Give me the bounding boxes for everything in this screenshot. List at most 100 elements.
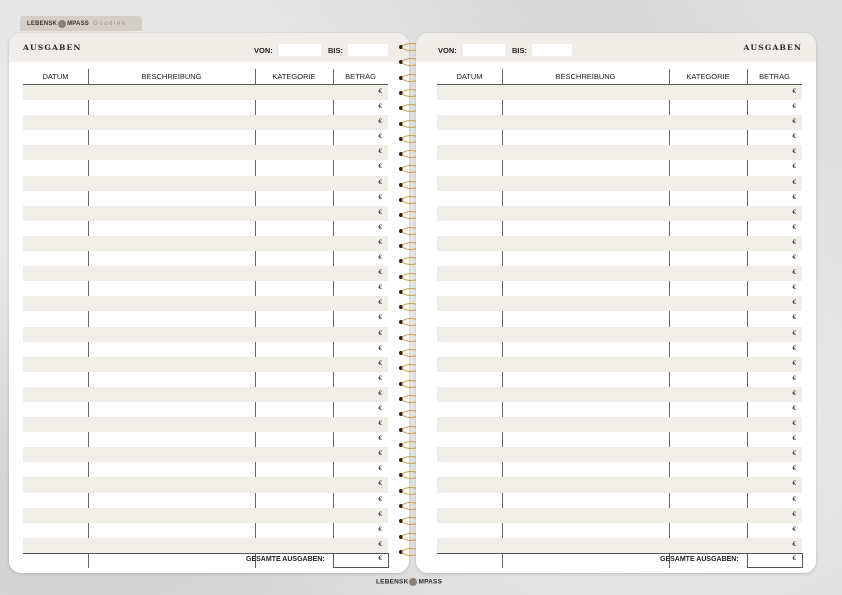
- table-row[interactable]: €: [437, 145, 802, 161]
- table-row[interactable]: €: [437, 447, 802, 463]
- page-title: AUSGABEN: [743, 43, 802, 52]
- table-row[interactable]: €: [23, 386, 388, 402]
- table-row[interactable]: €: [23, 281, 388, 296]
- table-row[interactable]: €: [23, 326, 388, 342]
- footer-brand-part1: LEBENSK: [376, 578, 409, 586]
- table-row[interactable]: €: [437, 221, 802, 236]
- compass-logo-icon: [58, 19, 67, 28]
- table-row[interactable]: €: [437, 281, 802, 296]
- table-row[interactable]: €: [437, 115, 802, 131]
- table-row[interactable]: €: [23, 266, 388, 282]
- table-row[interactable]: €: [437, 493, 802, 508]
- table-row[interactable]: €: [437, 402, 802, 417]
- total-label: GESAMTE AUSGABEN:: [660, 556, 739, 564]
- table-row[interactable]: €: [437, 342, 802, 357]
- from-date-field[interactable]: [463, 44, 505, 56]
- to-date-field[interactable]: [348, 44, 388, 56]
- currency-symbol: €: [792, 465, 796, 473]
- table-row[interactable]: €: [23, 191, 388, 206]
- table-row[interactable]: €: [437, 235, 802, 252]
- currency-symbol: €: [378, 284, 382, 292]
- table-row[interactable]: €: [23, 417, 388, 433]
- table-row[interactable]: €: [23, 235, 388, 252]
- table-row[interactable]: €: [437, 130, 802, 145]
- total-amount-field[interactable]: €: [333, 553, 389, 569]
- table-row[interactable]: €: [437, 386, 802, 402]
- currency-symbol: €: [792, 359, 796, 367]
- table-row[interactable]: €: [437, 432, 802, 447]
- currency-symbol: €: [792, 480, 796, 488]
- brand-name-part2: MPASS: [67, 20, 89, 27]
- compass-logo-icon: [409, 578, 418, 586]
- page-title: AUSGABEN: [23, 43, 82, 52]
- currency-symbol: €: [792, 389, 796, 397]
- table-row[interactable]: €: [23, 115, 388, 131]
- table-row[interactable]: €: [437, 160, 802, 175]
- table-row[interactable]: €: [23, 221, 388, 236]
- page-header: AUSGABEN VON: BIS:: [9, 33, 409, 62]
- table-row[interactable]: €: [23, 296, 388, 312]
- table-row[interactable]: €: [23, 311, 388, 326]
- table-row[interactable]: €: [23, 342, 388, 357]
- table-row[interactable]: €: [437, 507, 802, 523]
- table-row[interactable]: €: [23, 175, 388, 191]
- table-row[interactable]: €: [23, 356, 388, 372]
- brand-suffix: Goodies: [92, 20, 127, 27]
- table-row[interactable]: €: [437, 100, 802, 115]
- currency-symbol: €: [792, 103, 796, 111]
- table-row[interactable]: €: [23, 523, 388, 538]
- table-row[interactable]: €: [437, 417, 802, 433]
- table-row[interactable]: €: [23, 507, 388, 523]
- table-row[interactable]: €: [23, 402, 388, 417]
- table-row[interactable]: €: [23, 205, 388, 221]
- table-row[interactable]: €: [437, 311, 802, 326]
- table-row[interactable]: €: [23, 537, 388, 553]
- table-row[interactable]: €: [23, 372, 388, 387]
- currency-symbol: €: [792, 178, 796, 186]
- table-row[interactable]: €: [437, 462, 802, 477]
- table-row[interactable]: €: [437, 175, 802, 191]
- currency-symbol: €: [792, 284, 796, 292]
- table-row[interactable]: €: [23, 477, 388, 493]
- table-row[interactable]: €: [437, 523, 802, 538]
- table-row[interactable]: €: [23, 251, 388, 266]
- currency-symbol: €: [378, 299, 382, 307]
- table-row[interactable]: €: [437, 296, 802, 312]
- table-rows: € € € € € € € € € € € € € € € € € € € € € € € € € € € € € € €: [23, 85, 388, 553]
- currency-symbol: €: [378, 254, 382, 262]
- table-row[interactable]: €: [23, 160, 388, 175]
- table-row[interactable]: €: [23, 145, 388, 161]
- table-row[interactable]: €: [23, 432, 388, 447]
- currency-symbol: €: [378, 359, 382, 367]
- table-row[interactable]: €: [437, 205, 802, 221]
- table-row[interactable]: €: [23, 85, 388, 101]
- currency-symbol: €: [792, 133, 796, 141]
- to-date-field[interactable]: [532, 44, 572, 56]
- table-row[interactable]: €: [23, 130, 388, 145]
- page-header: VON: BIS: AUSGABEN: [416, 33, 816, 62]
- table-row[interactable]: €: [23, 447, 388, 463]
- table-row[interactable]: €: [437, 537, 802, 553]
- footer-brand: LEBENSK MPASS: [376, 578, 442, 586]
- from-date-field[interactable]: [279, 44, 321, 56]
- column-header-description: BESCHREIBUNG: [141, 72, 202, 81]
- table-row[interactable]: €: [437, 372, 802, 387]
- column-header-date: DATUM: [42, 72, 69, 81]
- table-row[interactable]: €: [23, 100, 388, 115]
- table-row[interactable]: €: [437, 191, 802, 206]
- table-row[interactable]: €: [437, 326, 802, 342]
- table-row[interactable]: €: [437, 85, 802, 101]
- currency-symbol: €: [378, 404, 382, 412]
- table-row[interactable]: €: [23, 462, 388, 477]
- table-row[interactable]: €: [437, 251, 802, 266]
- table-row[interactable]: €: [437, 266, 802, 282]
- total-amount-field[interactable]: €: [747, 553, 803, 569]
- table-row[interactable]: €: [23, 493, 388, 508]
- currency-symbol: €: [378, 329, 382, 337]
- currency-symbol: €: [792, 495, 796, 503]
- currency-symbol: €: [378, 223, 382, 231]
- table-row[interactable]: €: [437, 356, 802, 372]
- table-row[interactable]: €: [437, 477, 802, 493]
- to-label: BIS:: [328, 46, 343, 55]
- currency-symbol: €: [792, 193, 796, 201]
